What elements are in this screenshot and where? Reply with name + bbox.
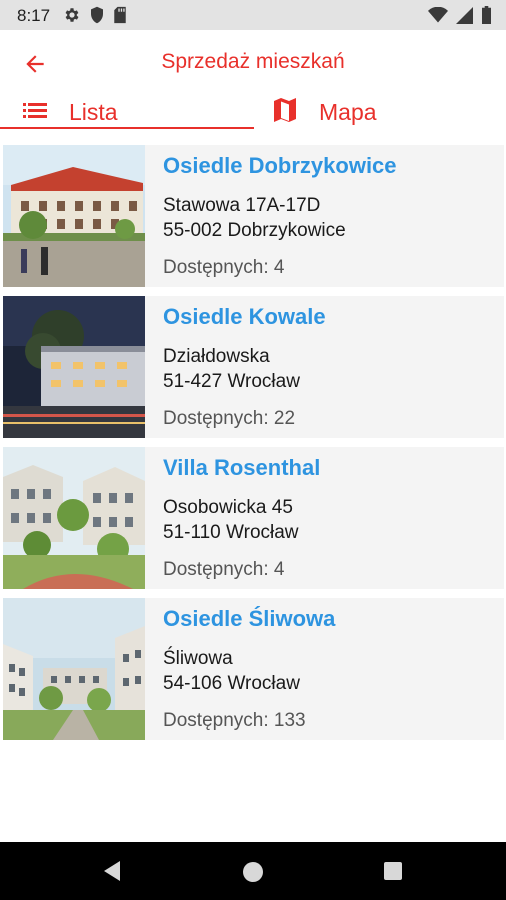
estate-city: 55-002 Dobrzykowice [163, 220, 346, 241]
list-item[interactable]: Osiedle Kowale Działdowska 51-427 Wrocła… [3, 296, 504, 438]
nav-recents-button[interactable] [381, 859, 407, 885]
tab-lista-label: Lista [69, 98, 118, 125]
list-item[interactable]: Villa Rosenthal Osobowicka 45 51-110 Wro… [3, 447, 504, 589]
recents-square-icon [381, 862, 405, 887]
nav-home-button[interactable] [240, 859, 266, 885]
estate-image [3, 598, 145, 740]
signal-icon [456, 6, 473, 24]
wifi-icon [428, 7, 448, 23]
tab-lista[interactable]: Lista [0, 94, 254, 130]
home-circle-icon [240, 862, 266, 889]
list-icon [23, 101, 47, 124]
tab-mapa-label: Mapa [319, 98, 377, 125]
page-title: Sprzedaż mieszkań [161, 50, 345, 73]
shield-icon [89, 6, 105, 24]
estate-available: Dostępnych: 133 [163, 710, 306, 731]
nav-back-button[interactable] [100, 859, 126, 885]
gear-icon [63, 6, 81, 24]
estate-image [3, 145, 145, 287]
list-item[interactable]: Osiedle Dobrzykowice Stawowa 17A-17D 55-… [3, 145, 504, 287]
status-right-icons [428, 6, 492, 24]
estate-street: Śliwowa [163, 648, 233, 669]
estate-name: Villa Rosenthal [163, 455, 321, 480]
estate-available: Dostępnych: 22 [163, 408, 296, 429]
estate-name: Osiedle Dobrzykowice [163, 153, 397, 178]
estate-name: Osiedle Śliwowa [163, 606, 336, 631]
estate-street: Osobowicka 45 [163, 497, 293, 518]
status-left-icons [63, 6, 127, 24]
system-nav-bar [0, 842, 506, 900]
estate-street: Działdowska [163, 346, 270, 367]
back-button[interactable] [14, 48, 54, 80]
battery-icon [481, 6, 492, 24]
estate-name: Osiedle Kowale [163, 304, 326, 329]
estate-available: Dostępnych: 4 [163, 257, 285, 278]
estate-city: 51-110 Wrocław [163, 522, 299, 543]
app-bar: Sprzedaż mieszkań [0, 30, 506, 94]
arrow-left-icon [14, 55, 48, 81]
status-time: 8:17 [17, 6, 51, 25]
list-item[interactable]: Osiedle Śliwowa Śliwowa 54-106 Wrocław D… [3, 598, 504, 740]
status-bar: 8:17 [0, 0, 506, 30]
estate-city: 54-106 Wrocław [163, 673, 300, 694]
map-icon [274, 97, 296, 127]
estate-image [3, 296, 145, 438]
estate-available: Dostępnych: 4 [163, 559, 285, 580]
tab-mapa[interactable]: Mapa [254, 94, 506, 130]
estate-image [3, 447, 145, 589]
estate-street: Stawowa 17A-17D [163, 195, 321, 216]
back-triangle-icon [100, 861, 124, 887]
tab-indicator [0, 127, 254, 129]
estate-city: 51-427 Wrocław [163, 371, 300, 392]
sd-card-icon [113, 6, 127, 24]
tab-bar: Lista Mapa [0, 94, 506, 132]
